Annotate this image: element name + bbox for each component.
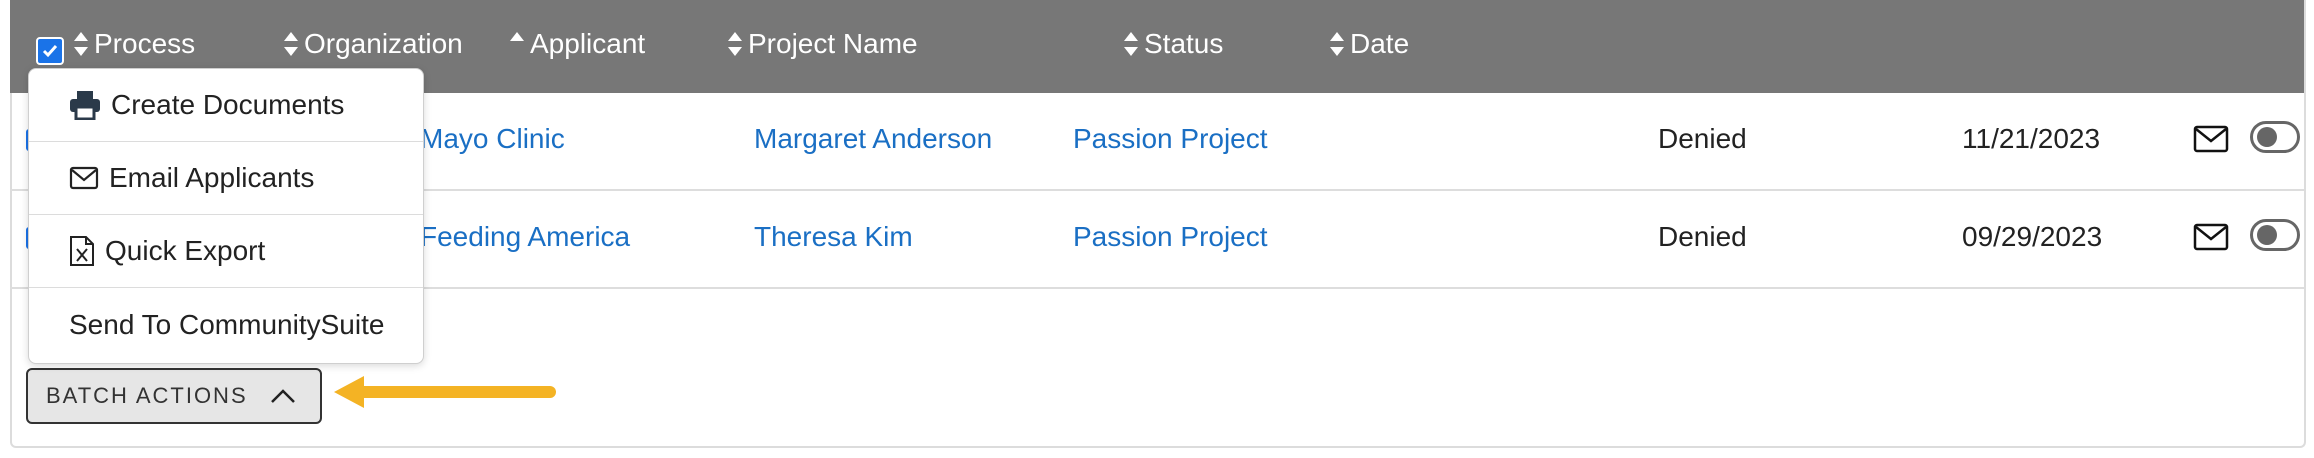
- menu-item-email-applicants[interactable]: Email Applicants: [29, 142, 423, 215]
- column-header-applicant[interactable]: Applicant: [508, 28, 645, 60]
- envelope-icon[interactable]: [2193, 223, 2229, 251]
- batch-actions-label: BATCH ACTIONS: [46, 383, 248, 408]
- status-text: Denied: [1658, 123, 1747, 154]
- applicant-link[interactable]: Theresa Kim: [754, 221, 913, 253]
- select-all-checkbox[interactable]: [36, 37, 64, 65]
- column-header-date[interactable]: Date: [1328, 28, 1409, 60]
- sort-both-icon: [72, 30, 90, 58]
- sort-both-icon: [1122, 30, 1140, 58]
- menu-item-label: Quick Export: [105, 235, 266, 266]
- date-text: 09/29/2023: [1962, 221, 2103, 252]
- column-header-organization[interactable]: Organization: [282, 28, 463, 60]
- menu-item-label: Send To CommunitySuite: [69, 308, 385, 340]
- column-header-label: Process: [94, 28, 196, 59]
- toggle-knob: [2257, 225, 2277, 245]
- envelope-icon: [69, 166, 99, 190]
- column-header-status[interactable]: Status: [1122, 28, 1223, 60]
- applicant-link[interactable]: Margaret Anderson: [754, 123, 992, 155]
- column-header-process[interactable]: Process: [72, 28, 195, 60]
- column-header-label: Applicant: [530, 28, 646, 59]
- column-header-label: Organization: [304, 28, 463, 59]
- chevron-up-icon: [270, 389, 295, 403]
- column-header-project-name[interactable]: Project Name: [726, 28, 918, 60]
- sort-ascending-icon: [508, 30, 526, 58]
- sort-both-icon: [726, 30, 744, 58]
- organization-link[interactable]: Mayo Clinic: [420, 123, 565, 155]
- batch-actions-button[interactable]: BATCH ACTIONS: [26, 368, 322, 424]
- envelope-icon[interactable]: [2193, 125, 2229, 153]
- status-toggle[interactable]: [2250, 121, 2300, 153]
- batch-actions-menu: Create Documents Email Applicants Quick …: [28, 68, 424, 364]
- menu-item-send-to-communitysuite[interactable]: Send To CommunitySuite: [29, 288, 423, 361]
- excel-file-icon: [70, 236, 94, 266]
- menu-item-label: Create Documents: [111, 89, 345, 120]
- column-header-label: Date: [1350, 28, 1410, 59]
- column-header-label: Project Name: [748, 28, 918, 59]
- sort-both-icon: [282, 30, 300, 58]
- sort-both-icon: [1328, 30, 1346, 58]
- toggle-knob: [2257, 127, 2277, 147]
- project-name-link[interactable]: Passion Project: [1073, 221, 1268, 253]
- menu-item-create-documents[interactable]: Create Documents: [29, 69, 423, 142]
- status-toggle[interactable]: [2250, 219, 2300, 251]
- status-text: Denied: [1658, 221, 1747, 252]
- project-name-link[interactable]: Passion Project: [1073, 123, 1268, 155]
- organization-link[interactable]: Feeding America: [420, 221, 630, 253]
- printer-icon: [70, 91, 100, 120]
- menu-item-quick-export[interactable]: Quick Export: [29, 215, 423, 288]
- check-icon: [42, 45, 58, 58]
- date-text: 11/21/2023: [1962, 123, 2101, 154]
- pointer-arrow: [334, 376, 556, 408]
- column-header-label: Status: [1144, 28, 1224, 59]
- menu-item-label: Email Applicants: [109, 162, 315, 193]
